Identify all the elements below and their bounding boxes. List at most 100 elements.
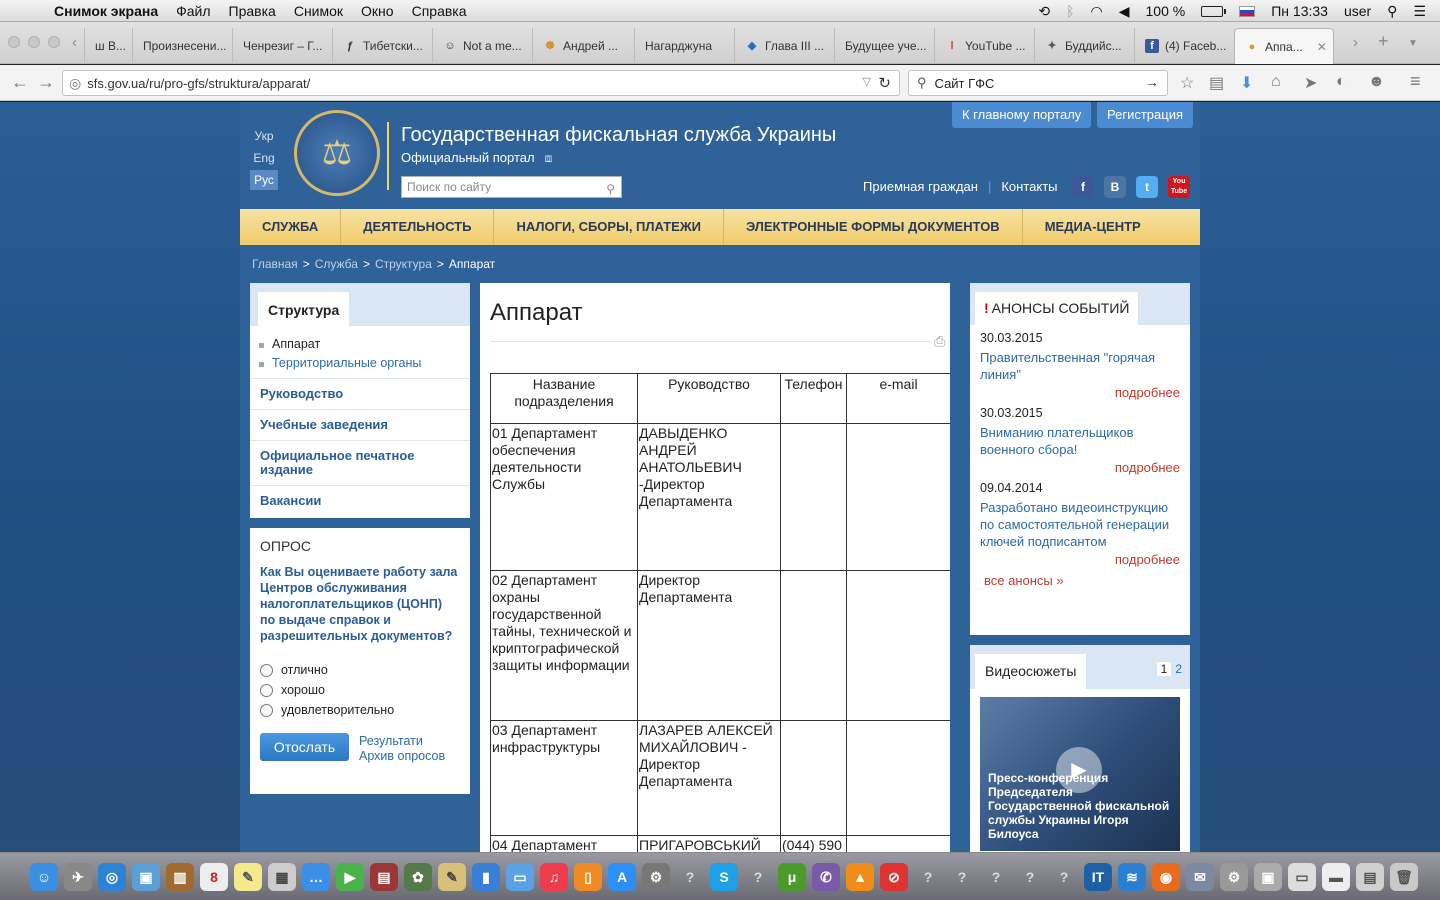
sidebar-link-vacancies[interactable]: Вакансии — [250, 485, 470, 516]
poll-option[interactable]: отлично — [260, 660, 460, 680]
unknown-app-icon[interactable]: ? — [744, 863, 772, 891]
emblem-logo[interactable]: ⚖ — [294, 110, 380, 196]
video-page-2[interactable]: 2 — [1175, 662, 1182, 676]
tab[interactable]: Произнесени... — [132, 28, 232, 64]
tab[interactable]: ƒ Тибетски... — [332, 28, 432, 64]
photobooth-icon[interactable]: ▤ — [370, 862, 398, 891]
sidebar-item-apparat[interactable]: Аппарат — [250, 335, 470, 354]
main-portal-button[interactable]: К главному порталу — [952, 102, 1092, 128]
tab[interactable]: Ченрезиг – Г... — [232, 28, 332, 64]
zoom-window-icon[interactable] — [48, 36, 60, 48]
minimize-window-icon[interactable] — [28, 36, 40, 48]
downloads-icon[interactable]: ⬇ — [1240, 73, 1253, 93]
reading-list-icon[interactable]: ▤ — [1209, 73, 1224, 93]
nav-media-center[interactable]: МЕДИА-ЦЕНТР — [1023, 209, 1163, 245]
volume-icon[interactable]: ◀ — [1119, 3, 1130, 20]
menu-window[interactable]: Окно — [361, 3, 394, 19]
radio-button[interactable] — [260, 663, 273, 677]
time-machine-icon[interactable]: ⟲ — [1038, 3, 1050, 20]
unknown-app-icon[interactable]: ? — [676, 863, 704, 891]
announcement-title[interactable]: Правительственная "горячая линия" — [980, 349, 1180, 383]
close-window-icon[interactable] — [8, 36, 20, 48]
app-menu[interactable]: Снимок экрана — [54, 3, 158, 19]
tab[interactable]: ǀ YouTube ... — [934, 28, 1034, 64]
menu-edit[interactable]: Правка — [229, 3, 276, 19]
url-history-dropdown-icon[interactable]: ▽ — [863, 75, 871, 88]
no-entry-icon[interactable]: ⊘ — [880, 862, 908, 891]
tab[interactable]: ✦ Буддийс... — [1034, 28, 1134, 64]
sitemap-icon[interactable]: ⧈ — [545, 151, 553, 165]
wifi-icon[interactable]: ◠ — [1091, 3, 1103, 20]
user-menu[interactable]: user — [1344, 3, 1371, 19]
hello-icon[interactable]: ☻ — [1368, 73, 1385, 91]
breadcrumb-home[interactable]: Главная — [252, 257, 298, 271]
notification-center-icon[interactable]: ☰ — [1413, 3, 1426, 20]
keynote-icon[interactable]: ▭ — [506, 862, 534, 891]
clock[interactable]: Пн 13:33 — [1271, 3, 1328, 19]
unknown-app-icon[interactable]: ? — [948, 863, 976, 891]
forward-icon[interactable]: → — [34, 71, 58, 95]
site-identity-icon[interactable]: ◎ — [69, 75, 81, 92]
contacts-link[interactable]: Контакты — [1001, 179, 1057, 194]
announcement-more-link[interactable]: подробнее — [980, 385, 1180, 400]
site-title[interactable]: Государственная фискальная служба Украин… — [401, 124, 836, 147]
calendar-icon[interactable]: 8 — [200, 862, 228, 891]
all-announcements-link[interactable]: все анонсы » — [984, 573, 1190, 588]
twitter-icon[interactable]: t — [1136, 176, 1158, 198]
facebook-icon[interactable]: f — [1072, 176, 1094, 198]
photo-icon[interactable]: ▦ — [268, 862, 296, 891]
itunes-icon[interactable]: ♫ — [540, 862, 568, 891]
unknown-app-icon[interactable]: ? — [982, 863, 1010, 891]
photos-icon[interactable]: ✿ — [404, 862, 432, 891]
reload-icon[interactable]: ↻ — [878, 74, 891, 92]
menu-file[interactable]: Файл — [176, 3, 210, 19]
unknown-app-icon[interactable]: ? — [1050, 863, 1078, 891]
system-preferences-icon[interactable]: ⚙ — [642, 862, 670, 891]
vkontakte-icon[interactable]: В — [1104, 176, 1126, 198]
poll-archive-link[interactable]: Архив опросов — [359, 749, 445, 764]
reception-link[interactable]: Приемная граждан — [863, 179, 978, 194]
menu-help[interactable]: Справка — [412, 3, 467, 19]
sidebar-item-territorial[interactable]: Территориальные органы — [250, 354, 470, 373]
textedit-icon[interactable]: ✎ — [438, 862, 466, 891]
ibooks-icon[interactable]: ▯ — [574, 862, 602, 891]
breadcrumb-service[interactable]: Служба — [315, 257, 358, 271]
lang-eng[interactable]: Eng — [250, 148, 278, 168]
search-icon[interactable]: ⚲ — [606, 179, 615, 199]
preview-icon[interactable]: ▣ — [132, 862, 160, 891]
nav-service[interactable]: СЛУЖБА — [240, 209, 342, 245]
unknown-app-icon[interactable]: ? — [1016, 863, 1044, 891]
tab[interactable]: Будущее уче... — [834, 28, 934, 64]
url-bar[interactable]: ◎ sfs.gov.ua/ru/pro-gfs/struktura/appara… — [62, 70, 900, 96]
network-app-icon[interactable]: ≋ — [1118, 862, 1146, 891]
tab[interactable]: Нагарджуна — [634, 28, 734, 64]
poll-submit-button[interactable]: Отослать — [260, 733, 349, 761]
home-icon[interactable]: ⌂ — [1271, 73, 1281, 91]
notes-icon[interactable]: ✎ — [234, 862, 262, 891]
downloads-stack-icon[interactable]: ▤ — [1356, 862, 1384, 891]
archive-app-icon[interactable]: ▣ — [1254, 862, 1282, 891]
print-icon[interactable]: ⎙ — [934, 333, 945, 350]
folder-icon[interactable]: ▬ — [1322, 862, 1350, 891]
bluetooth-icon[interactable]: ᛒ — [1066, 3, 1074, 19]
menu-capture[interactable]: Снимок — [294, 3, 343, 19]
announcement-more-link[interactable]: подробнее — [980, 552, 1180, 567]
breadcrumb-structure[interactable]: Структура — [375, 257, 432, 271]
nav-taxes[interactable]: НАЛОГИ, СБОРЫ, ПЛАТЕЖИ — [494, 209, 724, 245]
search-go-icon[interactable]: → — [1145, 74, 1159, 90]
nav-activity[interactable]: ДЕЯТЕЛЬНОСТЬ — [341, 209, 495, 245]
bookmark-star-icon[interactable]: ☆ — [1180, 73, 1194, 93]
sync-icon[interactable]: ◐ — [1336, 73, 1346, 91]
youtube-icon[interactable]: You Tube — [1168, 176, 1190, 198]
tab-active[interactable]: ● Аппа... ✕ — [1234, 28, 1334, 64]
viber-icon[interactable]: ✆ — [812, 862, 840, 891]
poll-results-link[interactable]: Результати — [359, 734, 445, 749]
sidebar-link-leadership[interactable]: Руководство — [250, 378, 470, 409]
finder-icon[interactable]: ☺ — [30, 862, 58, 891]
launchpad-icon[interactable]: ✈ — [64, 862, 92, 891]
app-store-icon[interactable]: A — [608, 862, 636, 891]
video-thumbnail[interactable]: ▶ Пресс-конференция Председателя Государ… — [980, 697, 1180, 851]
tab[interactable]: ш В... — [84, 28, 132, 64]
trash-icon[interactable]: 🗑 — [1390, 862, 1418, 891]
document-icon[interactable]: ▭ — [1288, 862, 1316, 891]
